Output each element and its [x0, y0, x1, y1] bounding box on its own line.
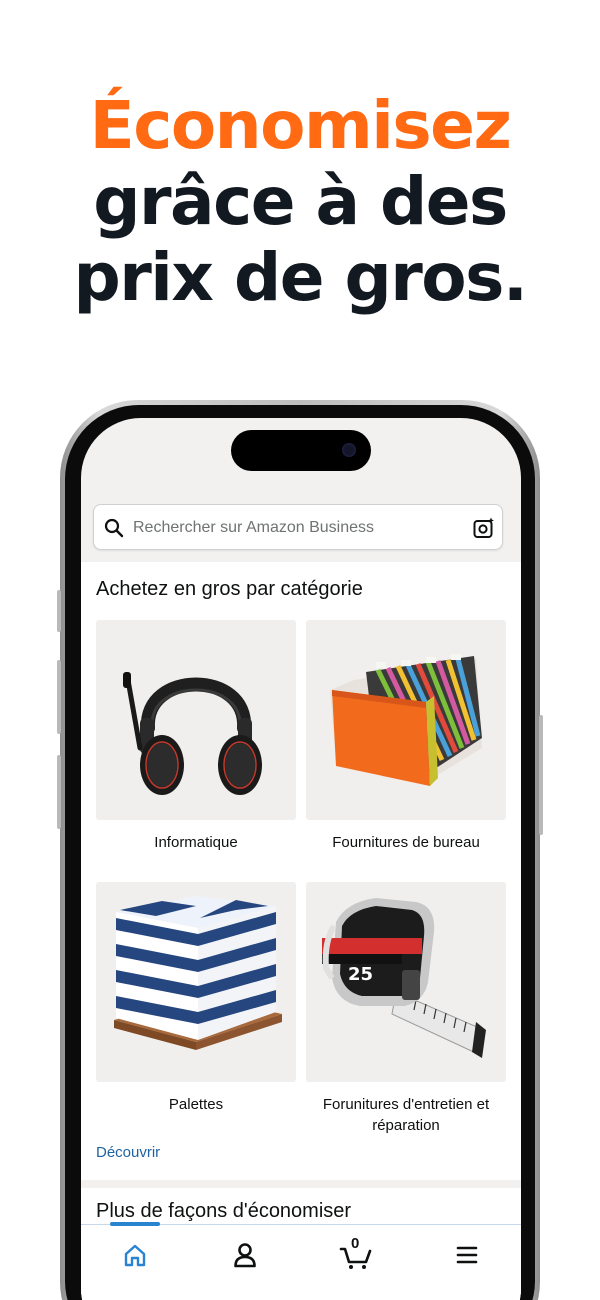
category-label[interactable]: Informatique	[91, 832, 301, 853]
search-bar[interactable]: Rechercher sur Amazon Business	[93, 504, 503, 550]
section-title: Plus de façons d'économiser	[96, 1200, 352, 1222]
home-icon[interactable]	[115, 1235, 155, 1275]
user-icon[interactable]	[225, 1235, 265, 1275]
bulk-categories-card: Achetez en gros par catégorie Informatiq…	[81, 562, 521, 1180]
bottom-tab-bar: 0	[81, 1222, 521, 1300]
category-label[interactable]: Fournitures de bureau	[301, 832, 511, 853]
svg-text:25: 25	[348, 964, 373, 985]
paper-pallet-image	[114, 896, 282, 1050]
category-tile-entretien-reparation[interactable]: 25	[306, 882, 506, 1082]
category-label[interactable]: Palettes	[91, 1094, 301, 1115]
headline-line-1: Économisez	[89, 87, 512, 164]
section-title: Achetez en gros par catégorie	[96, 578, 363, 600]
category-tile-fournitures-bureau[interactable]	[306, 620, 506, 820]
menu-icon[interactable]	[447, 1235, 487, 1275]
front-camera	[342, 443, 356, 457]
active-tab-indicator	[110, 1222, 160, 1226]
discover-link[interactable]: Découvrir	[96, 1144, 160, 1161]
headset-image	[123, 672, 262, 795]
cart-count-badge: 0	[351, 1235, 360, 1252]
promo-headline: Économisez grâce à des prix de gros.	[0, 88, 600, 316]
file-folders-image	[330, 654, 482, 786]
phone-mute-switch	[57, 590, 61, 632]
category-label[interactable]: Forunitures d'entretien et réparation	[301, 1094, 511, 1136]
search-icon[interactable]	[104, 518, 124, 538]
phone-power-button	[539, 715, 543, 835]
search-input[interactable]: Rechercher sur Amazon Business	[133, 519, 374, 537]
cart-button[interactable]: 0	[337, 1235, 377, 1275]
phone-screen: Rechercher sur Amazon Business Achetez e…	[81, 418, 521, 1300]
headline-line-2: grâce à des	[93, 163, 508, 240]
phone-volume-down	[57, 755, 61, 829]
dynamic-island	[231, 430, 371, 471]
category-tile-palettes[interactable]	[96, 882, 296, 1082]
category-tile-informatique[interactable]	[96, 620, 296, 820]
phone-volume-up	[57, 660, 61, 734]
headline-line-3: prix de gros.	[73, 239, 528, 316]
camera-search-icon[interactable]	[472, 516, 496, 540]
tape-measure-image: 25	[322, 898, 486, 1058]
